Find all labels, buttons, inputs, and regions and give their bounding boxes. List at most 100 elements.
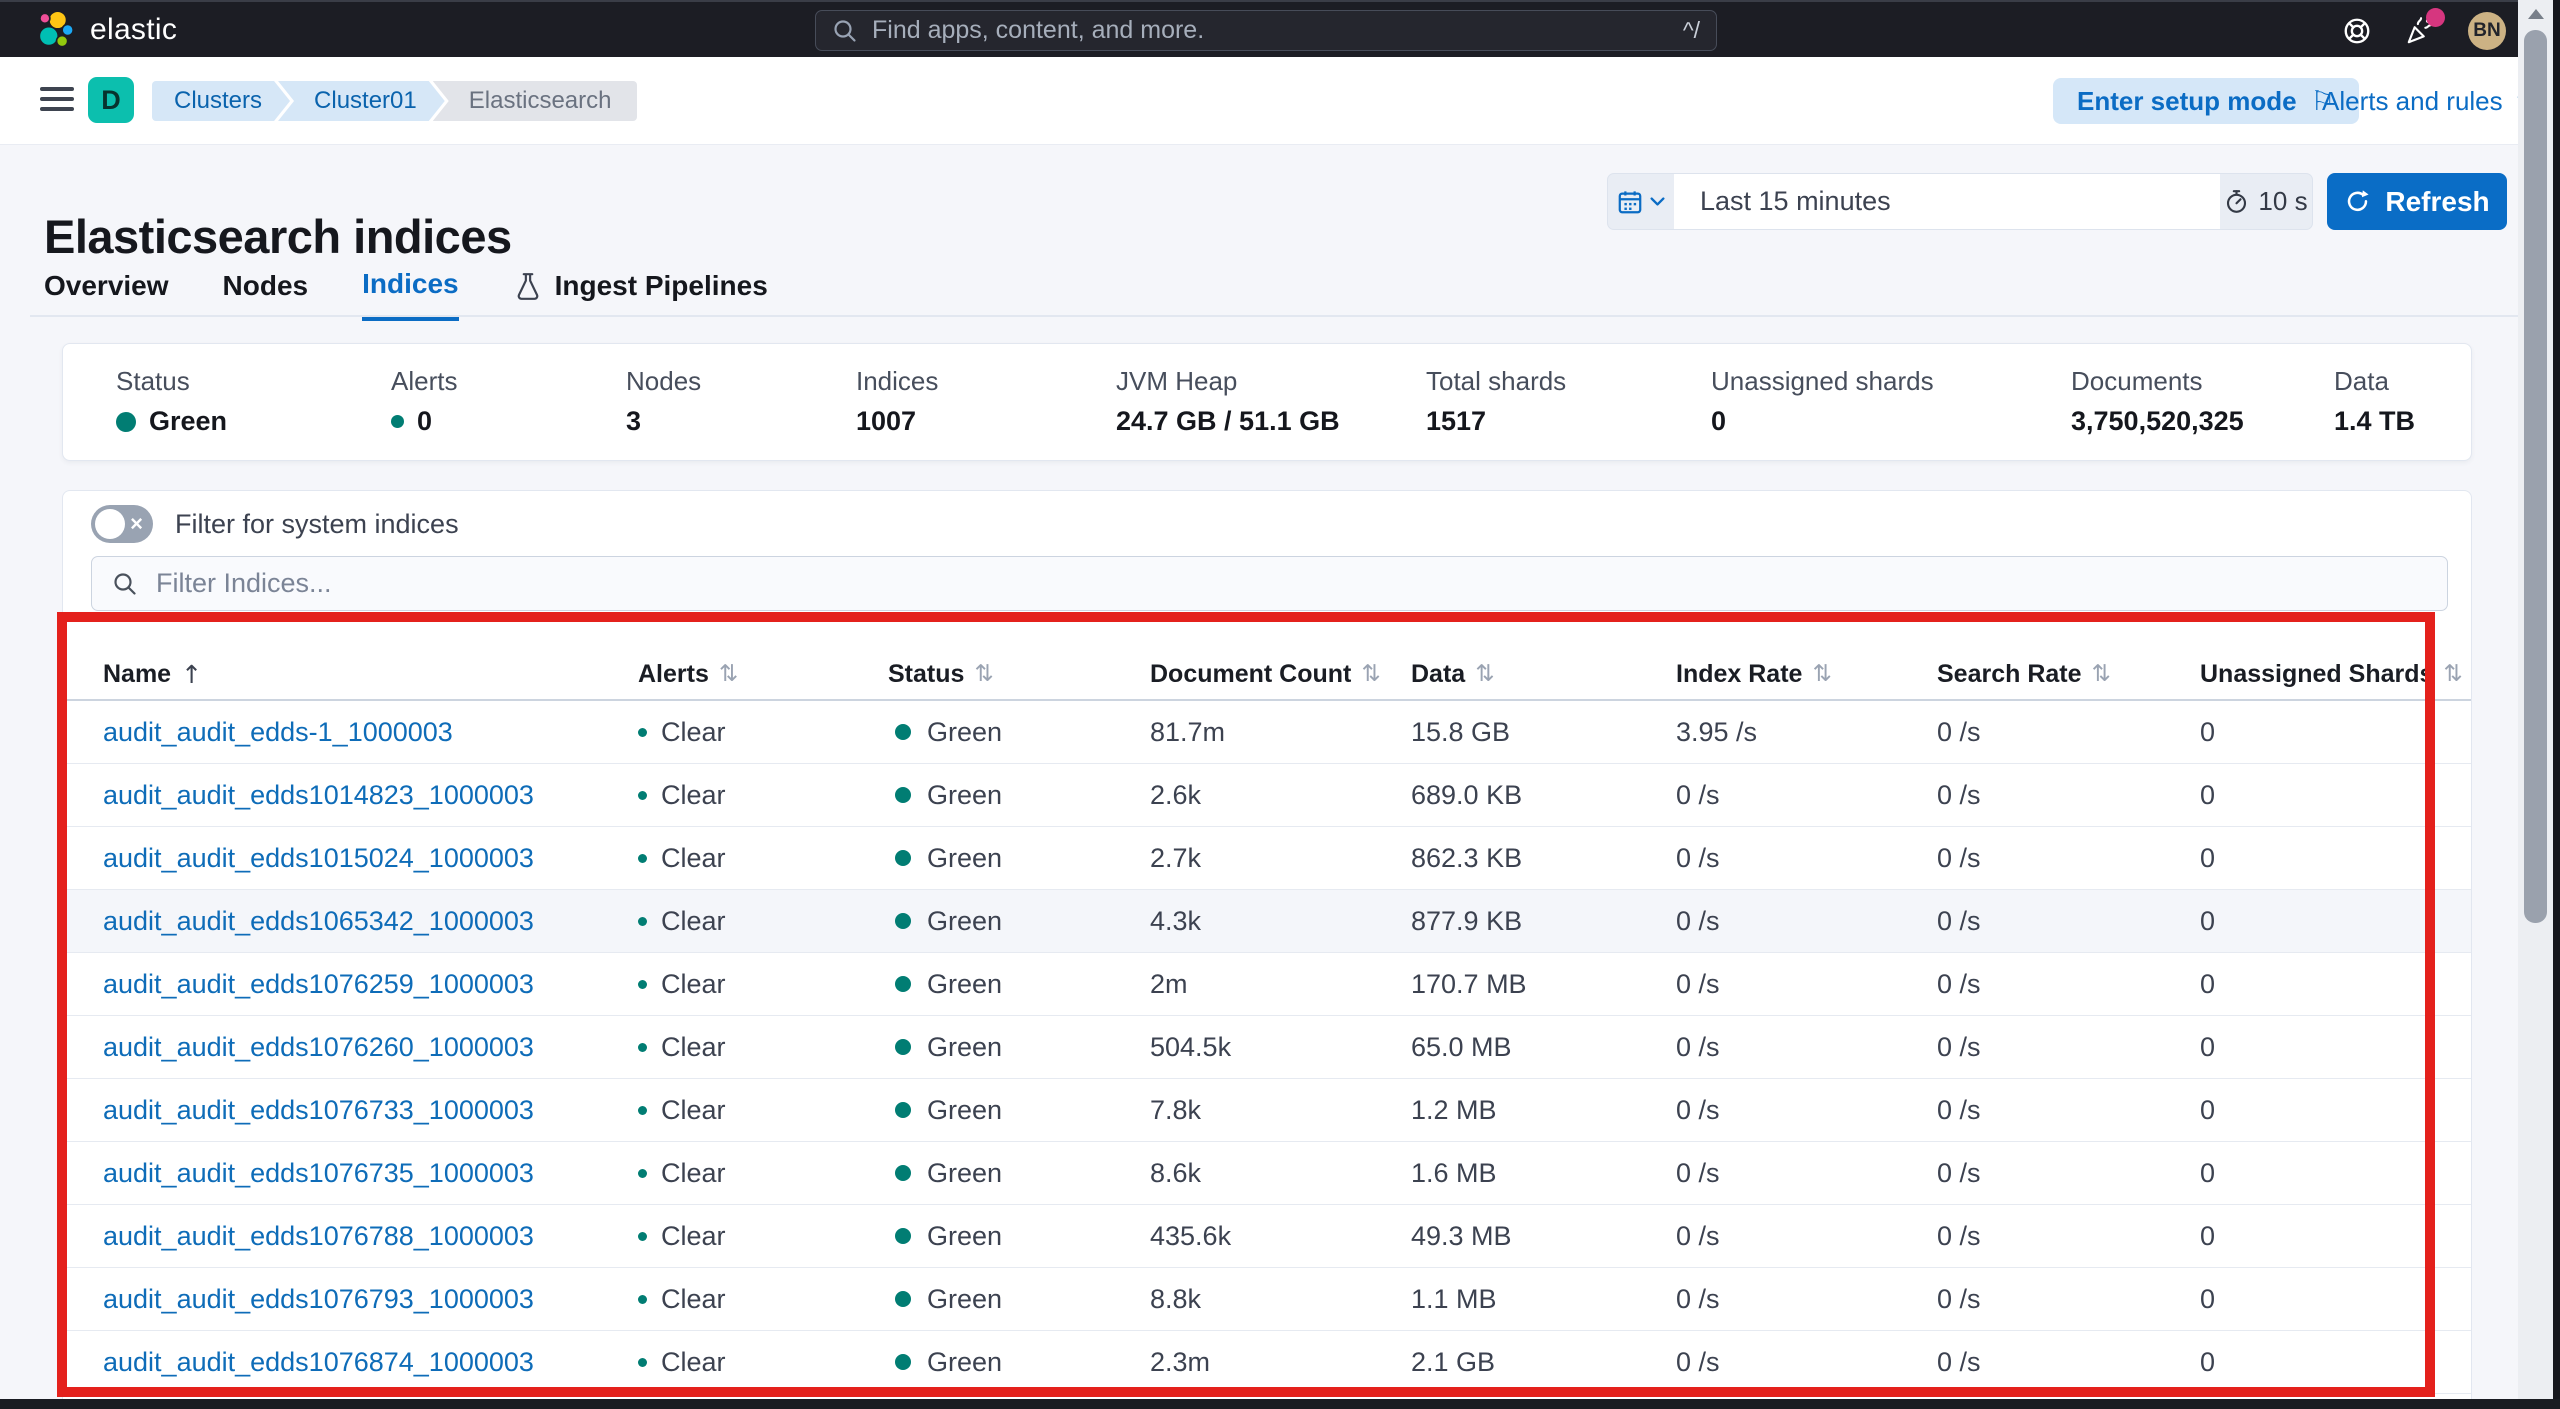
scrollbar-track[interactable] bbox=[2518, 0, 2553, 1409]
index-name-link[interactable]: audit_audit_edds1076793_1000003 bbox=[103, 1284, 534, 1314]
filter-indices-search[interactable] bbox=[91, 556, 2448, 611]
table-row: audit_audit_edds1015024_1000003ClearGree… bbox=[63, 827, 2471, 890]
tab-overview[interactable]: Overview bbox=[44, 268, 169, 321]
unassigned-shards-cell: 0 bbox=[2200, 717, 2471, 748]
time-range-value[interactable]: Last 15 minutes bbox=[1674, 174, 2220, 229]
space-badge[interactable]: D bbox=[88, 77, 134, 123]
column-header-name[interactable]: Name↑ bbox=[103, 660, 638, 689]
summary-label: Total shards bbox=[1426, 366, 1566, 397]
index-name-link[interactable]: audit_audit_edds-1_1000003 bbox=[103, 717, 453, 747]
global-search-input[interactable] bbox=[870, 15, 1671, 46]
global-search[interactable]: ^/ bbox=[815, 10, 1717, 51]
index-name-link[interactable]: audit_audit_edds1076874_1000003 bbox=[103, 1347, 534, 1377]
data-size-cell-value: 689.0 KB bbox=[1411, 780, 1522, 810]
column-label: Index Rate bbox=[1676, 660, 1802, 689]
enter-setup-mode-button[interactable]: Enter setup mode ⚐ bbox=[2053, 78, 2359, 124]
column-header-unassigned-shards[interactable]: Unassigned Shards⇅ bbox=[2200, 660, 2471, 689]
menu-icon[interactable] bbox=[40, 87, 74, 111]
index-name-link[interactable]: audit_audit_edds1065342_1000003 bbox=[103, 906, 534, 936]
alerts-cell: Clear bbox=[638, 1095, 888, 1126]
table-row: audit_audit_edds1076874_1000003ClearGree… bbox=[63, 1331, 2471, 1394]
elastic-logo-icon bbox=[36, 10, 76, 50]
index-rate-cell-value: 0 /s bbox=[1676, 1032, 1720, 1062]
scrollbar-up-arrow-icon[interactable] bbox=[2528, 9, 2544, 19]
search-rate-cell-value: 0 /s bbox=[1937, 1032, 1981, 1062]
unassigned-shards-cell: 0 bbox=[2200, 1284, 2471, 1315]
index-name-link[interactable]: audit_audit_edds1076260_1000003 bbox=[103, 1032, 534, 1062]
flask-icon bbox=[513, 271, 543, 301]
elastic-logo[interactable]: elastic bbox=[36, 10, 177, 50]
index-name-link[interactable]: audit_audit_edds1076259_1000003 bbox=[103, 969, 534, 999]
document-count-cell-value: 8.6k bbox=[1150, 1158, 1201, 1188]
index-name-link[interactable]: audit_audit_edds1014823_1000003 bbox=[103, 780, 534, 810]
column-header-index-rate[interactable]: Index Rate ⇅ bbox=[1676, 660, 1937, 689]
index-name-link[interactable]: audit_audit_edds1076735_1000003 bbox=[103, 1158, 534, 1188]
summary-value: 3,750,520,325 bbox=[2071, 406, 2244, 437]
alerts-cell: Clear bbox=[638, 1284, 888, 1315]
sort-ascending-icon: ↑ bbox=[181, 660, 202, 689]
breadcrumb: Clusters Cluster01 Elasticsearch bbox=[152, 81, 637, 121]
alert-status-dot-icon bbox=[638, 980, 647, 989]
alert-status-text: Clear bbox=[661, 1032, 726, 1063]
data-size-cell-value: 2.1 GB bbox=[1411, 1347, 1495, 1377]
index-rate-cell-value: 0 /s bbox=[1676, 906, 1720, 936]
breadcrumb-cluster01[interactable]: Cluster01 bbox=[278, 81, 445, 121]
summary-label: Status bbox=[116, 366, 227, 397]
scrollbar-thumb[interactable] bbox=[2524, 30, 2547, 923]
index-name-cell: audit_audit_edds1076735_1000003 bbox=[103, 1158, 638, 1189]
calendar-menu-button[interactable] bbox=[1608, 174, 1674, 229]
sort-icon: ⇅ bbox=[1361, 661, 1380, 687]
table-row: audit_audit_edds1076260_1000003 Clear Gree… bbox=[63, 1016, 2471, 1079]
alerts-cell: Clear bbox=[638, 717, 888, 748]
column-header-data[interactable]: Data⇅ bbox=[1411, 660, 1676, 689]
index-name-link[interactable]: audit_audit_edds1015024_1000003 bbox=[103, 843, 534, 873]
health-status-text: Green bbox=[927, 969, 1002, 1000]
system-indices-toggle[interactable]: × bbox=[91, 505, 153, 543]
search-rate-cell: 0 /s bbox=[1937, 1221, 2200, 1252]
refresh-button[interactable]: Refresh bbox=[2327, 173, 2507, 230]
summary-item-indices: Indices1007 bbox=[856, 366, 938, 437]
alerts-and-rules-dropdown[interactable]: Alerts and rules bbox=[2322, 78, 2537, 124]
refresh-interval[interactable]: 10 s bbox=[2220, 174, 2312, 229]
help-icon[interactable] bbox=[2342, 16, 2372, 46]
tab-indices[interactable]: Indices bbox=[362, 268, 458, 321]
search-rate-cell: 0 /s bbox=[1937, 780, 2200, 811]
alert-status-dot-icon bbox=[638, 1106, 647, 1115]
health-status-text: Green bbox=[927, 1095, 1002, 1126]
alert-status-dot-icon bbox=[638, 728, 647, 737]
tab-ingest-pipelines[interactable]: Ingest Pipelines bbox=[513, 268, 768, 321]
filter-indices-input[interactable] bbox=[154, 567, 2427, 600]
news-feed-icon[interactable] bbox=[2404, 15, 2436, 47]
summary-value-text: 3 bbox=[626, 406, 641, 437]
alert-status-text: Clear bbox=[661, 1284, 726, 1315]
tab-label: Overview bbox=[44, 270, 169, 302]
document-count-cell: 7.8k bbox=[1150, 1095, 1411, 1126]
alerts-cell: Clear bbox=[638, 1221, 888, 1252]
breadcrumb-clusters[interactable]: Clusters bbox=[152, 81, 290, 121]
index-name-link[interactable]: audit_audit_edds1076733_1000003 bbox=[103, 1095, 534, 1125]
summary-value: 1517 bbox=[1426, 406, 1566, 437]
tab-nodes[interactable]: Nodes bbox=[223, 268, 309, 321]
sort-icon: ⇅ bbox=[1812, 661, 1831, 687]
document-count-cell: 2m bbox=[1150, 969, 1411, 1000]
index-rate-cell-value: 0 /s bbox=[1676, 969, 1720, 999]
health-status-text: Green bbox=[927, 1032, 1002, 1063]
summary-value-text: 0 bbox=[417, 406, 432, 437]
summary-value-text: 3,750,520,325 bbox=[2071, 406, 2244, 437]
health-status-text: Green bbox=[927, 1221, 1002, 1252]
tab-label: Ingest Pipelines bbox=[555, 270, 768, 302]
alerts-and-rules-label: Alerts and rules bbox=[2322, 86, 2503, 117]
summary-label: Data bbox=[2334, 366, 2415, 397]
alerts-cell: Clear bbox=[638, 843, 888, 874]
document-count-cell-value: 81.7m bbox=[1150, 717, 1225, 747]
indices-table: Name↑Alerts⇅Status⇅Document Count⇅Data⇅I… bbox=[63, 649, 2471, 1394]
user-avatar[interactable]: BN bbox=[2468, 12, 2506, 50]
alert-status-text: Clear bbox=[661, 843, 726, 874]
column-header-search-rate[interactable]: Search Rate⇅ bbox=[1937, 660, 2200, 689]
document-count-cell-value: 2.3m bbox=[1150, 1347, 1210, 1377]
column-header-alerts[interactable]: Alerts⇅ bbox=[638, 660, 888, 689]
column-header-document-count[interactable]: Document Count⇅ bbox=[1150, 660, 1411, 689]
index-name-link[interactable]: audit_audit_edds1076788_1000003 bbox=[103, 1221, 534, 1251]
column-header-status[interactable]: Status⇅ bbox=[888, 660, 1150, 689]
index-rate-cell: 0 /s bbox=[1676, 906, 1937, 937]
